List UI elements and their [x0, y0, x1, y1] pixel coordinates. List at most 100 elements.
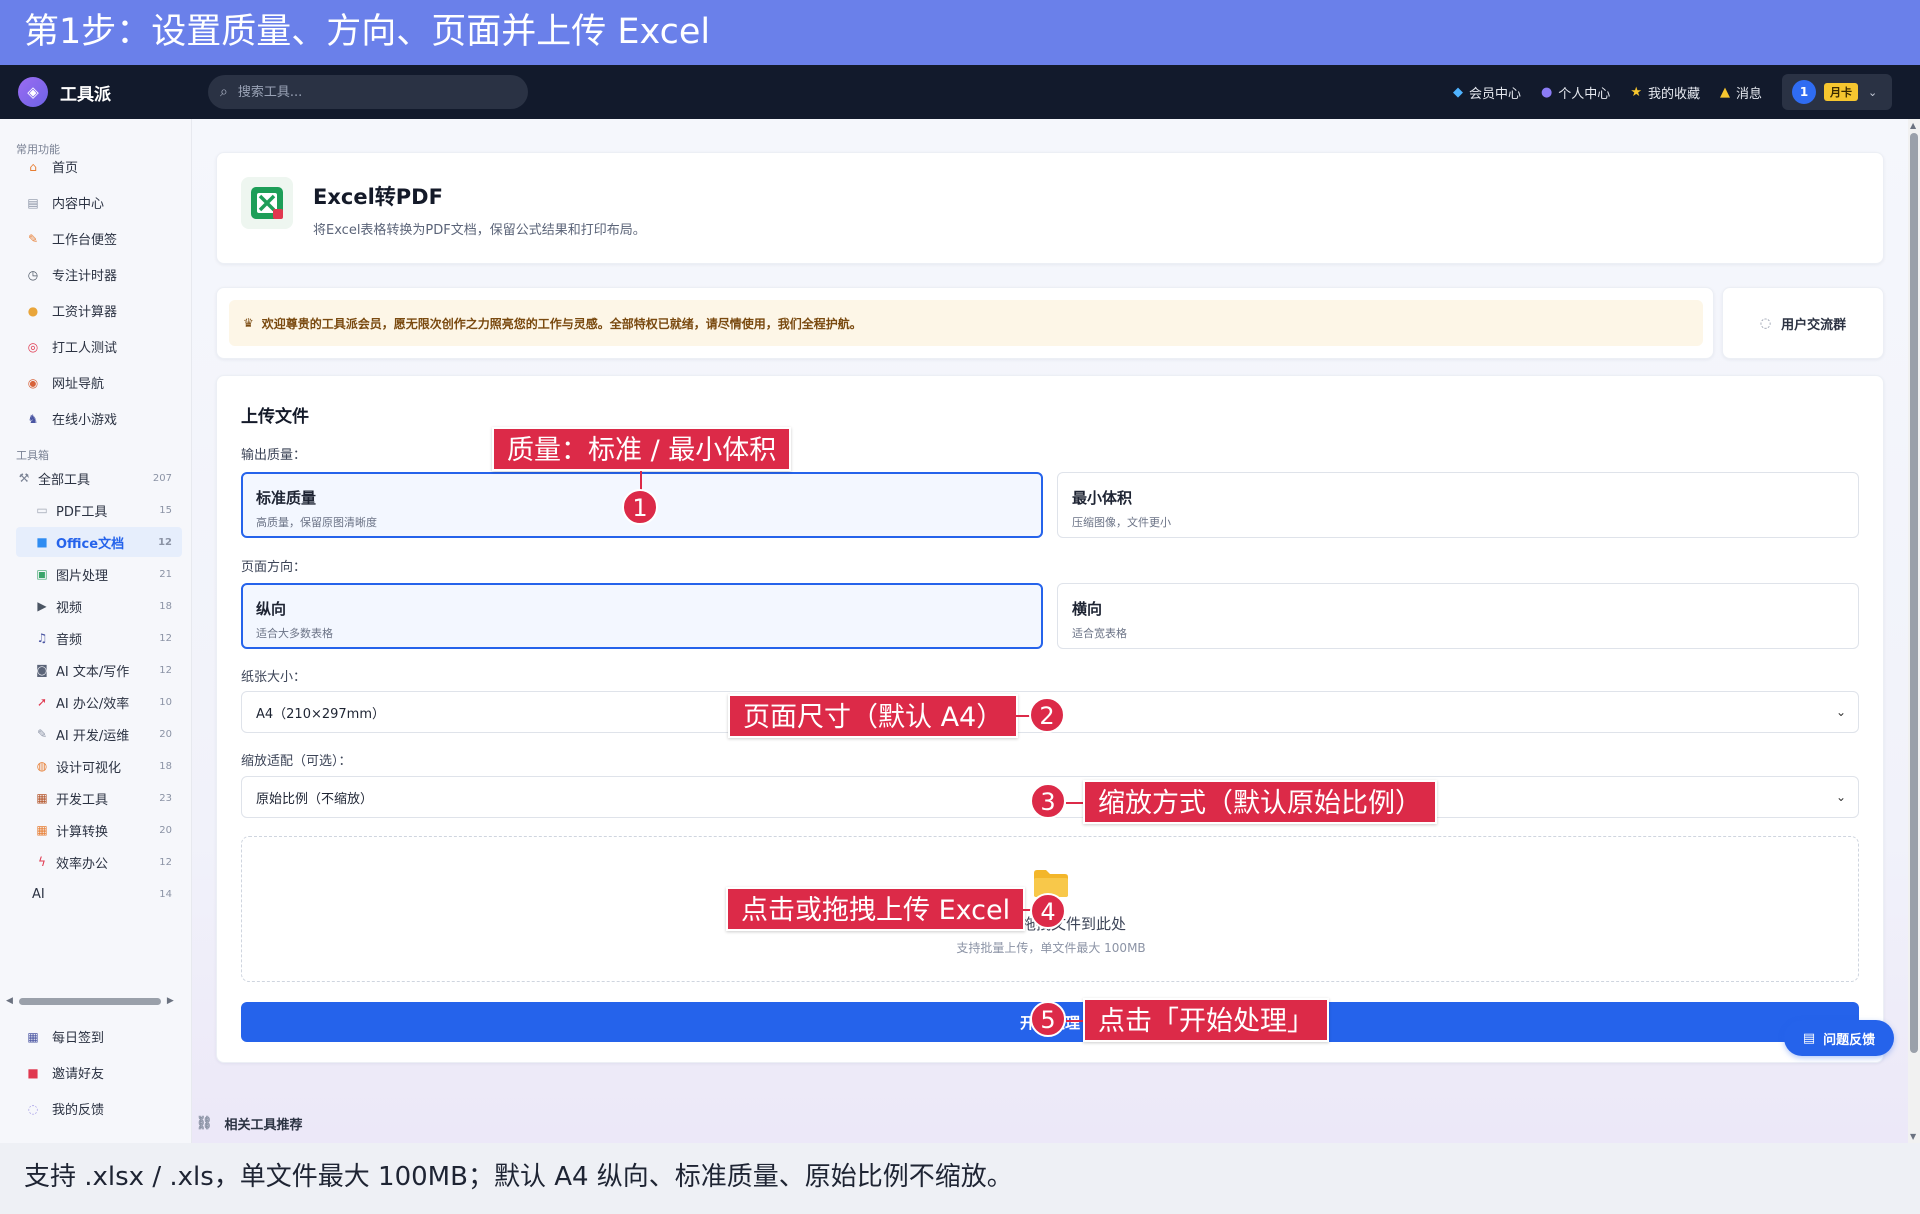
orientation-option-landscape[interactable]: 横向 适合宽表格: [1057, 583, 1859, 649]
user-group-label: 用户交流群: [1781, 317, 1847, 333]
scale-value: 原始比例（不缩放）: [256, 791, 374, 807]
sidebar-item-label: 工资计算器: [52, 305, 118, 320]
feedback-button[interactable]: ▤ 问题反馈: [1784, 1020, 1894, 1056]
annotation-label-4: 点击或拖拽上传 Excel: [726, 887, 1026, 931]
scroll-up-icon[interactable]: ▲: [1910, 121, 1916, 130]
sidebar-item-timer[interactable]: ◷ 专注计时器: [24, 265, 118, 285]
toolbox-icon: ▦: [36, 791, 48, 805]
nav-messages[interactable]: ▲ 消息: [1720, 83, 1762, 102]
sidebar-item-label: 设计可视化: [56, 760, 122, 776]
gamepad-icon: ♞: [27, 411, 39, 426]
search-input[interactable]: [237, 84, 498, 100]
nav-personal-center[interactable]: ● 个人中心: [1541, 83, 1610, 102]
sidebar-item-label: 专注计时器: [52, 269, 118, 284]
sidebar-item-test[interactable]: ◎ 打工人测试: [24, 337, 118, 357]
sidebar-item-salary[interactable]: ● 工资计算器: [24, 301, 118, 321]
sidebar-item-label: 打工人测试: [52, 341, 118, 356]
nav-link-label: 个人中心: [1558, 86, 1611, 102]
sidebar-item-label: 每日签到: [52, 1031, 105, 1046]
sidebar-item-invite[interactable]: ■ 邀请好友: [24, 1063, 104, 1083]
nav-right: ◆ 会员中心 ● 个人中心 ★ 我的收藏 ▲ 消息 1 月卡 ⌄: [1433, 65, 1892, 119]
count-badge: 23: [159, 792, 172, 804]
welcome-text: 欢迎尊贵的工具派会员，愿无限次创作之力照亮您的工作与灵感。全部特权已就绪，请尽情…: [261, 316, 862, 331]
note-icon: ✎: [27, 231, 39, 246]
option-title: 最小体积: [1072, 489, 1133, 507]
search-icon: ⌕: [220, 84, 228, 100]
search-box[interactable]: ⌕: [208, 75, 528, 109]
option-subtitle: 适合宽表格: [1072, 627, 1127, 640]
sidebar-item-ai-office[interactable]: ➚ AI 办公/效率 10: [16, 687, 182, 717]
sidebar-item-notes[interactable]: ✎ 工作台便签: [24, 229, 117, 249]
sidebar-item-label: 全部工具: [38, 472, 91, 488]
document-icon: ▤: [1802, 1030, 1816, 1046]
count-badge: 14: [159, 888, 172, 900]
scroll-down-icon[interactable]: ▼: [1910, 1132, 1916, 1141]
paper-size-value: A4（210×297mm）: [256, 706, 386, 722]
sidebar-item-label: 图片处理: [56, 568, 109, 584]
sidebar-item-pdf[interactable]: ▭ PDF工具 15: [16, 495, 182, 525]
pdf-icon: ▭: [36, 503, 48, 517]
calculator-icon: ▦: [36, 823, 48, 837]
tool-header-card: Excel转PDF 将Excel表格转换为PDF文档，保留公式结果和打印布局。: [216, 152, 1884, 264]
bolt-icon: ϟ: [38, 855, 46, 869]
sidebar-item-image[interactable]: ▣ 图片处理 21: [16, 559, 182, 589]
sidebar-item-all-tools[interactable]: ⚒ 全部工具 207: [16, 463, 182, 493]
related-tools-heading: ⛓ 相关工具推荐: [196, 1114, 303, 1133]
sidebar-item-design[interactable]: ◍ 设计可视化 18: [16, 751, 182, 781]
sidebar-item-label: AI 办公/效率: [56, 696, 130, 712]
chat-icon: ◌: [27, 1101, 39, 1116]
count-badge: 12: [159, 632, 172, 644]
count-badge: 18: [159, 760, 172, 772]
logo[interactable]: ◈ 工具派: [18, 77, 193, 107]
annotation-connector-5: [1066, 1020, 1084, 1022]
option-subtitle: 压缩图像，文件更小: [1072, 516, 1171, 529]
feedback-label: 问题反馈: [1823, 1032, 1876, 1048]
count-badge: 20: [159, 824, 172, 836]
sidebar-item-checkin[interactable]: ▦ 每日签到: [24, 1027, 105, 1047]
annotation-badge-3: 3: [1030, 783, 1066, 819]
count-badge: 15: [159, 504, 172, 516]
sidebar-item-nav[interactable]: ◉ 网址导航: [24, 373, 104, 393]
sidebar-item-content[interactable]: ▤ 内容中心: [24, 193, 104, 213]
orientation-option-portrait[interactable]: 纵向 适合大多数表格: [241, 583, 1043, 649]
sidebar-item-ai-writing[interactable]: ◙ AI 文本/写作 12: [16, 655, 182, 685]
sidebar-item-label: PDF工具: [56, 504, 108, 520]
nav-member-center[interactable]: ◆ 会员中心: [1453, 83, 1521, 102]
sidebar-item-audio[interactable]: ♫ 音频 12: [16, 623, 182, 653]
logo-icon: ◈: [18, 77, 48, 107]
upload-heading: 上传文件: [241, 407, 309, 427]
sidebar-item-feedback[interactable]: ◌ 我的反馈: [24, 1099, 104, 1119]
image-icon: ▣: [36, 567, 48, 581]
sidebar-item-office[interactable]: ■ Office文档 12: [16, 527, 182, 557]
scroll-left-icon[interactable]: ◀: [6, 996, 13, 1006]
sidebar-item-video[interactable]: ▶ 视频 18: [16, 591, 182, 621]
user-menu[interactable]: 1 月卡 ⌄: [1782, 74, 1892, 110]
sidebar-item-label: 效率办公: [56, 856, 109, 872]
sidebar-item-dev-tools[interactable]: ▦ 开发工具 23: [16, 783, 182, 813]
scrollbar-thumb[interactable]: [18, 997, 161, 1005]
sidebar-horizontal-scrollbar[interactable]: ◀ ▶: [6, 995, 186, 1007]
scrollbar-thumb[interactable]: [1910, 133, 1918, 1053]
annotation-badge-1: 1: [622, 489, 658, 525]
sidebar-item-games[interactable]: ♞ 在线小游戏: [24, 409, 117, 429]
sidebar-item-label: AI 开发/运维: [56, 728, 130, 744]
chevron-down-icon: ⌄: [1868, 85, 1878, 99]
quality-label: 输出质量：: [241, 448, 307, 463]
diamond-icon: ◆: [1452, 84, 1463, 100]
annotation-label-2: 页面尺寸（默认 A4）: [728, 694, 1019, 738]
quality-option-min-size[interactable]: 最小体积 压缩图像，文件更小: [1057, 472, 1859, 538]
count-badge: 207: [152, 472, 172, 484]
sidebar-item-ai[interactable]: AI 14: [16, 879, 182, 909]
sidebar-item-ai-dev[interactable]: ✎ AI 开发/运维 20: [16, 719, 182, 749]
sidebar-item-home[interactable]: ⌂ 首页: [24, 157, 78, 177]
sidebar-item-efficiency[interactable]: ϟ 效率办公 12: [16, 847, 182, 877]
page-vertical-scrollbar[interactable]: ▲ ▼: [1908, 119, 1920, 1143]
user-group-button[interactable]: ◌ 用户交流群: [1722, 287, 1884, 359]
star-icon: ★: [1630, 84, 1642, 100]
sidebar-item-label: AI 文本/写作: [56, 664, 130, 680]
scroll-right-icon[interactable]: ▶: [167, 996, 174, 1006]
sidebar-item-label: 计算转换: [56, 824, 109, 840]
sidebar-item-calc[interactable]: ▦ 计算转换 20: [16, 815, 182, 845]
nav-favorites[interactable]: ★ 我的收藏: [1630, 83, 1700, 102]
robot-icon: ◙: [36, 663, 48, 677]
